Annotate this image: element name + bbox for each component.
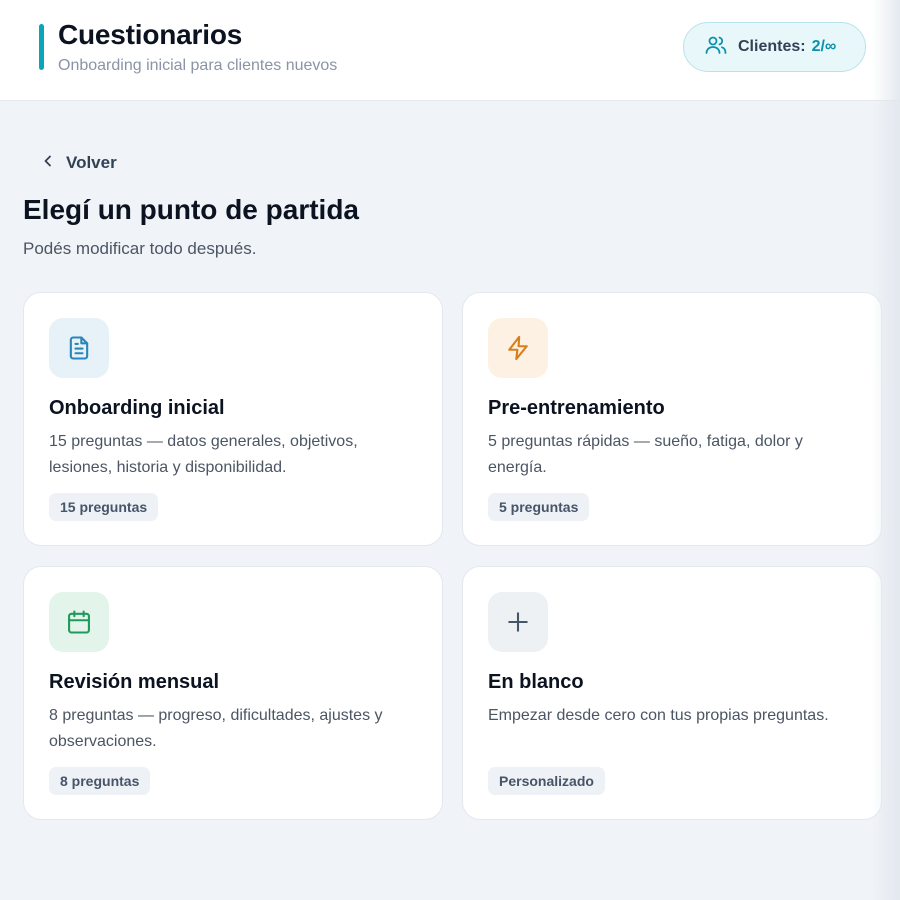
chevron-left-icon bbox=[40, 153, 56, 174]
card-description: 15 preguntas — datos generales, objetivo… bbox=[49, 433, 358, 476]
template-card-revision-mensual[interactable]: Revisión mensual 8 preguntas — progreso,… bbox=[23, 566, 443, 820]
card-badge: 15 preguntas bbox=[49, 493, 159, 521]
header-accent-bar bbox=[39, 24, 44, 70]
calendar-icon bbox=[49, 592, 109, 652]
page-subtitle: Podés modificar todo después. bbox=[23, 239, 257, 258]
lightning-icon bbox=[488, 318, 548, 378]
header-title: Cuestionarios bbox=[58, 19, 243, 50]
card-description: 8 preguntas — progreso, dificultades, aj… bbox=[49, 707, 383, 750]
template-card-onboarding[interactable]: Onboarding inicial 15 preguntas — datos … bbox=[23, 292, 443, 546]
clients-count: 2/∞ bbox=[811, 38, 837, 55]
users-icon bbox=[704, 33, 728, 62]
document-icon bbox=[49, 318, 109, 378]
back-button[interactable]: Volver bbox=[40, 150, 117, 176]
template-card-pre-entrenamiento[interactable]: Pre-entrenamiento 5 preguntas rápidas — … bbox=[462, 292, 882, 546]
card-badge: Personalizado bbox=[488, 767, 605, 795]
back-label: Volver bbox=[66, 153, 117, 172]
plus-icon bbox=[488, 592, 548, 652]
card-description: Empezar desde cero con tus propias pregu… bbox=[488, 707, 829, 724]
app-header: Cuestionarios Onboarding inicial para cl… bbox=[0, 0, 900, 101]
card-title: Revisión mensual bbox=[49, 671, 220, 693]
header-subtitle: Onboarding inicial para clientes nuevos bbox=[58, 57, 338, 74]
card-description: 5 preguntas rápidas — sueño, fatiga, dol… bbox=[488, 433, 803, 476]
card-title: Pre-entrenamiento bbox=[488, 397, 665, 419]
card-title: Onboarding inicial bbox=[49, 397, 225, 419]
card-badge: 8 preguntas bbox=[49, 767, 151, 795]
page-title: Elegí un punto de partida bbox=[23, 194, 359, 225]
clients-label: Clientes: bbox=[738, 38, 806, 55]
template-card-en-blanco[interactable]: En blanco Empezar desde cero con tus pro… bbox=[462, 566, 882, 820]
clients-counter-button[interactable]: Clientes: 2/∞ bbox=[683, 22, 866, 72]
card-badge: 5 preguntas bbox=[488, 493, 590, 521]
card-title: En blanco bbox=[488, 671, 584, 693]
